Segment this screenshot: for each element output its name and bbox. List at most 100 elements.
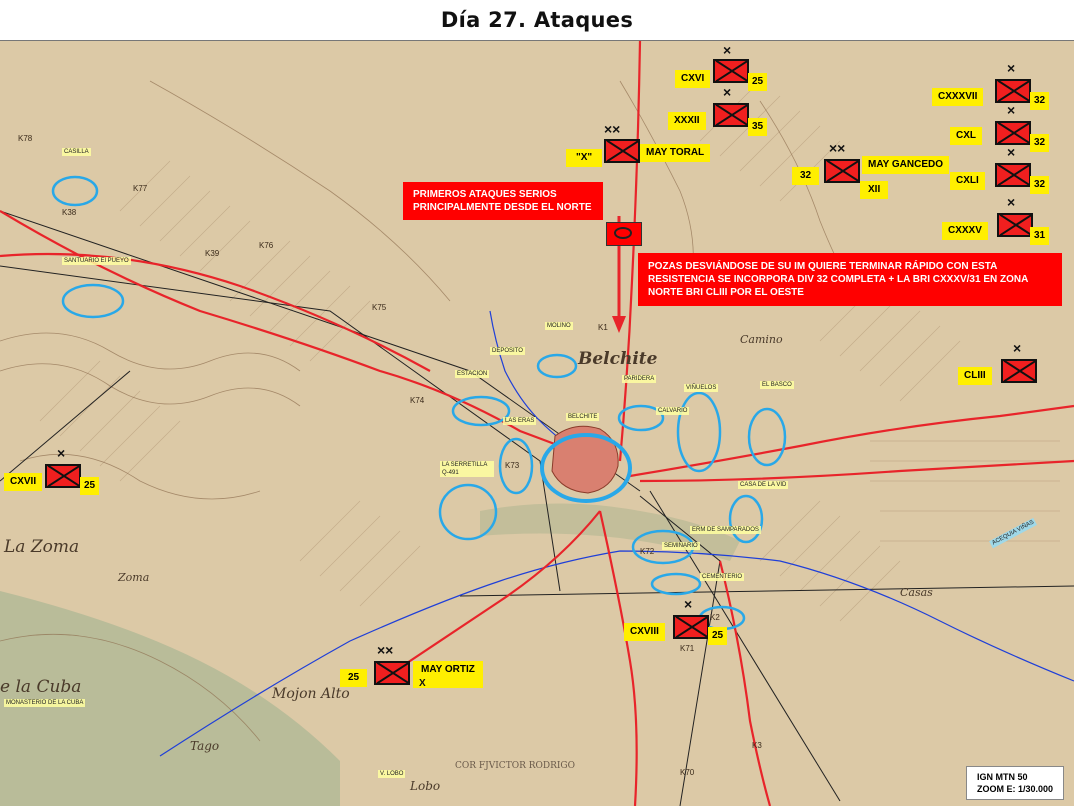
map-label-tago: Tago — [190, 739, 220, 753]
unit-cxli-label: CXLI — [950, 172, 985, 190]
map-label-la-cuba: e la Cuba — [0, 677, 82, 697]
ellipse-viñuelos — [676, 391, 722, 473]
unit-cxviii-label: CXVIII — [624, 623, 665, 641]
unit-cxxxvii-label: CXXXVII — [932, 88, 984, 106]
ellipse-basco — [747, 407, 787, 467]
unit-gancedo-commander: MAY GANCEDO — [862, 156, 950, 174]
km-mark: K1 — [598, 323, 608, 332]
km-mark: K2 — [710, 613, 720, 622]
place-santuario[interactable]: SANTUARIO El PUEYO — [62, 257, 131, 265]
place-casa-vid[interactable]: CASA DE LA VID — [738, 481, 789, 489]
unit-cxvii-number: 25 — [80, 477, 100, 495]
note-pozas: POZAS DESVIÁNDOSE DE SU IM QUIERE TERMIN… — [638, 253, 1062, 306]
km-mark: K71 — [680, 644, 695, 653]
unit-cxvii-label: CXVII — [4, 473, 43, 491]
place-ermita[interactable]: ERM DE SAMPARADOS — [690, 526, 761, 534]
objective-marker[interactable] — [606, 222, 642, 246]
unit-cxxxv-symbol[interactable] — [997, 213, 1033, 237]
unit-cxvi-number: 25 — [748, 73, 768, 91]
unit-x-label: "X" — [566, 149, 603, 167]
attack-arrow-head — [612, 316, 626, 333]
place-belchite[interactable]: BELCHITE — [566, 413, 600, 421]
unit-xxxii-symbol[interactable] — [713, 103, 749, 127]
unit-cxviii-symbol[interactable] — [673, 615, 709, 639]
ellipse-santuario — [61, 283, 125, 319]
unit-cxl-label: CXL — [950, 127, 982, 145]
place-molino[interactable]: MOLINO — [545, 322, 573, 330]
unit-gancedo-number: 32 — [792, 167, 820, 185]
unit-gancedo-sub: XII — [860, 181, 889, 199]
unit-x-symbol[interactable] — [604, 139, 640, 163]
unit-cxvi-symbol[interactable] — [713, 59, 749, 83]
place-viñuelos[interactable]: VIÑUELOS — [684, 384, 719, 392]
echelon-icon: × — [723, 42, 732, 58]
echelon-icon: × — [1007, 60, 1016, 76]
km-mark: K70 — [680, 768, 695, 777]
unit-cxli-symbol[interactable] — [995, 163, 1031, 187]
ellipse-casa-vid — [728, 494, 764, 544]
place-estacion[interactable]: ESTACION — [455, 370, 490, 378]
ellipse-seminario — [650, 572, 702, 596]
map-label-camino: Camino — [740, 333, 783, 346]
echelon-icon: ×× — [377, 642, 394, 658]
unit-cxxxvii-symbol[interactable] — [995, 79, 1031, 103]
unit-cxxxv-label: CXXXV — [942, 222, 988, 240]
legend-scale: ZOOM E: 1/30.000 — [976, 784, 1053, 794]
place-paridera[interactable]: PARIDERA — [622, 375, 657, 383]
map-label-casas: Casas — [900, 586, 933, 599]
unit-cxvii-symbol[interactable] — [45, 464, 81, 488]
km-mark: K75 — [372, 303, 387, 312]
place-lobo[interactable]: V. LOBO — [378, 770, 406, 778]
unit-cxl-symbol[interactable] — [995, 121, 1031, 145]
unit-cliii-symbol[interactable] — [1001, 359, 1037, 383]
echelon-icon: ×× — [829, 140, 846, 156]
map-label-lobo: Lobo — [410, 779, 441, 793]
map-area[interactable]: Belchite La Zoma Zoma e la Cuba Mojon Al… — [0, 40, 1074, 806]
km-mark: K77 — [133, 184, 148, 193]
oval-icon — [614, 227, 632, 239]
unit-cxl-number: 32 — [1030, 134, 1050, 152]
ellipse-casilla — [51, 175, 99, 207]
km-mark: K72 — [640, 547, 655, 556]
km-mark: K39 — [205, 249, 220, 258]
note-first-attacks: PRIMEROS ATAQUES SERIOS PRINCIPALMENTE D… — [403, 182, 603, 220]
echelon-icon: × — [1013, 340, 1022, 356]
map-label-la-zoma: La Zoma — [4, 537, 80, 557]
echelon-icon: × — [684, 596, 693, 612]
place-cementerio[interactable]: CEMENTERIO — [700, 573, 745, 581]
unit-xxxii-number: 35 — [748, 118, 768, 136]
place-casilla[interactable]: CASILLA — [62, 148, 91, 156]
km-mark: K73 — [505, 461, 520, 470]
echelon-icon: × — [1007, 194, 1016, 210]
km-mark: K76 — [259, 241, 274, 250]
place-calvario[interactable]: CALVARIO — [656, 407, 690, 415]
page-title: Día 27. Ataques — [440, 8, 634, 32]
unit-cxxxvii-number: 32 — [1030, 92, 1050, 110]
map-label-mojon: Mojon Alto — [272, 686, 350, 702]
place-deposito[interactable]: DEPOSITO — [490, 347, 525, 355]
km-mark: K3 — [752, 741, 762, 750]
place-serretilla[interactable]: LA SERRETILLA Q-491 — [440, 461, 494, 477]
echelon-icon: ×× — [604, 121, 621, 137]
place-monasterio[interactable]: MONASTERIO DE LA CUBA — [4, 699, 86, 707]
place-seminario[interactable]: SEMINARIO — [662, 542, 700, 550]
unit-gancedo-symbol[interactable] — [824, 159, 860, 183]
unit-cxli-number: 32 — [1030, 176, 1050, 194]
echelon-icon: × — [723, 84, 732, 100]
place-el-basco[interactable]: EL BASCO — [760, 381, 794, 389]
unit-cxvi-label: CXVI — [675, 70, 711, 88]
unit-ortiz-number: 25 — [340, 669, 368, 687]
unit-cxviii-number: 25 — [708, 627, 728, 645]
map-label-zoma: Zoma — [118, 571, 150, 584]
unit-ortiz-symbol[interactable] — [374, 661, 410, 685]
unit-cxxxv-number: 31 — [1030, 227, 1050, 245]
unit-ortiz-sub: X — [419, 678, 426, 689]
km-mark: K74 — [410, 396, 425, 405]
unit-xxxii-label: XXXII — [668, 112, 706, 130]
place-las-eras[interactable]: LAS ERAS — [503, 417, 537, 425]
km-mark: K38 — [62, 208, 77, 217]
echelon-icon: × — [1007, 144, 1016, 160]
echelon-icon: × — [1007, 102, 1016, 118]
echelon-icon: × — [57, 445, 66, 461]
legend-source: IGN MTN 50 — [976, 772, 1028, 782]
